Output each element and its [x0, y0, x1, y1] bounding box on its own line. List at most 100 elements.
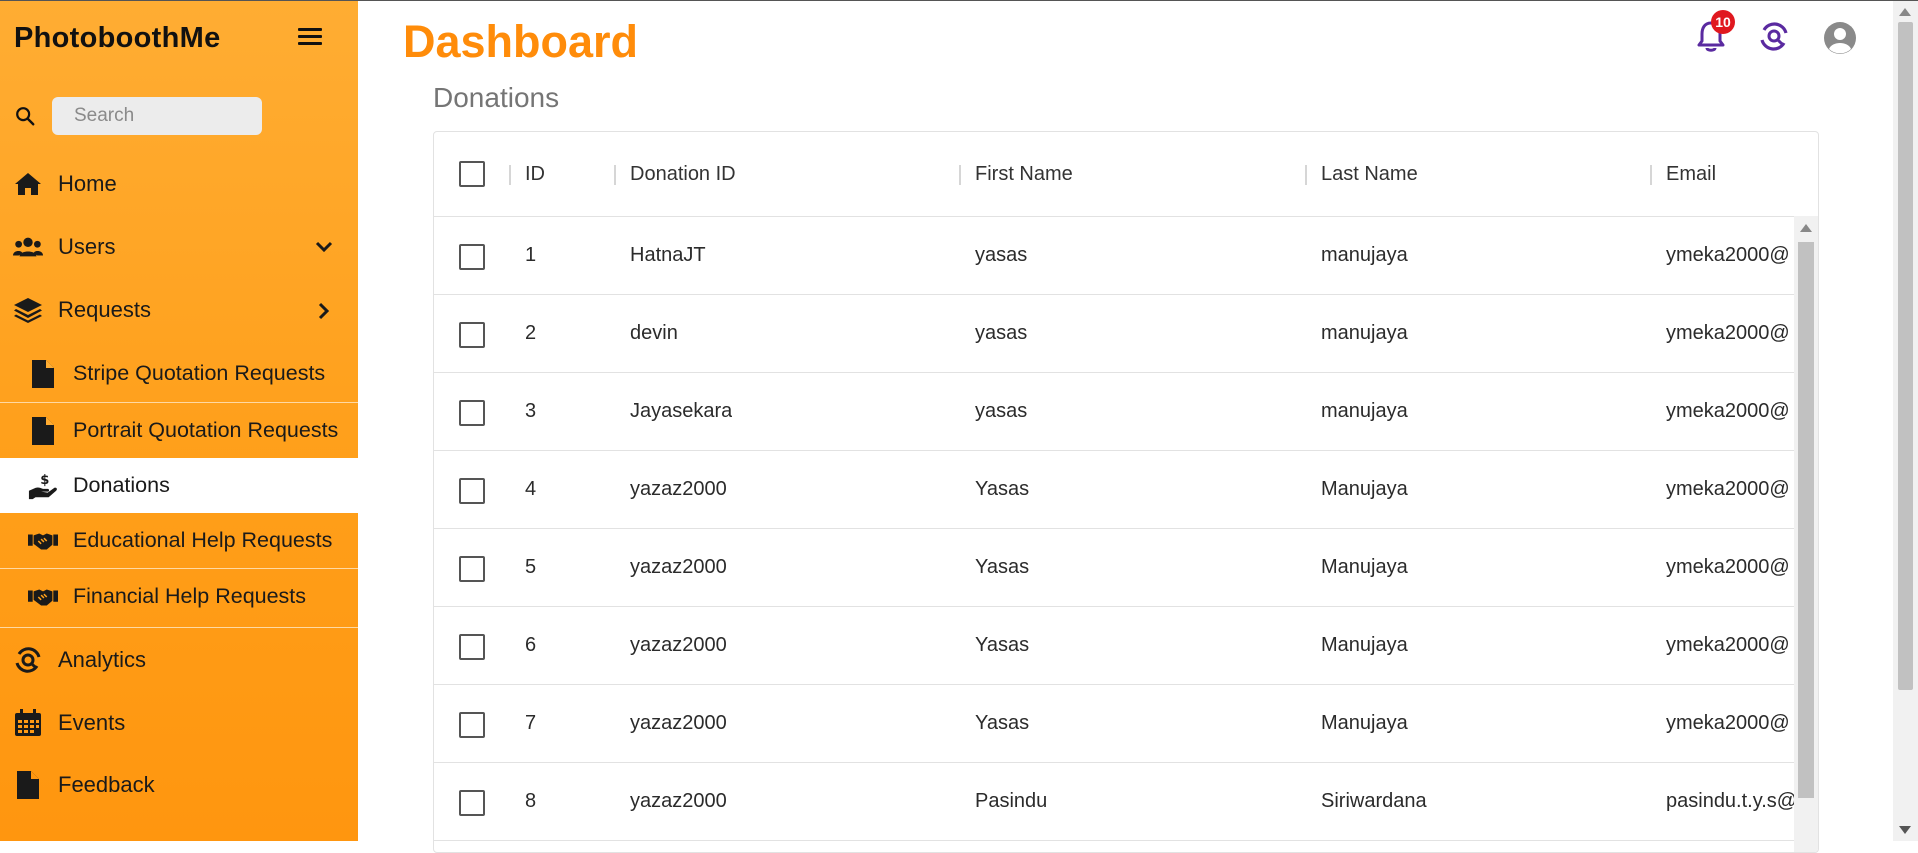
cell-first-name: yasas — [975, 244, 1028, 266]
column-header-last-name[interactable]: Last Name — [1321, 132, 1418, 216]
table-row[interactable]: 5 yazaz2000 Yasas Manujaya ymeka2000@ — [434, 529, 1794, 607]
home-icon — [13, 169, 43, 199]
sidebar-item-financial-help-requests[interactable]: Financial Help Requests — [0, 569, 358, 624]
table-row[interactable]: 7 yazaz2000 Yasas Manujaya ymeka2000@ — [434, 685, 1794, 763]
scroll-down-arrow-icon[interactable] — [1899, 826, 1911, 834]
row-checkbox[interactable] — [459, 634, 485, 660]
menu-toggle-button[interactable] — [298, 24, 322, 48]
row-checkbox[interactable] — [459, 556, 485, 582]
cell-first-name: yasas — [975, 400, 1028, 422]
row-checkbox[interactable] — [459, 790, 485, 816]
analytics-icon — [13, 645, 43, 675]
sidebar-item-label: Requests — [58, 297, 151, 322]
table-row[interactable]: 4 yazaz2000 Yasas Manujaya ymeka2000@ — [434, 451, 1794, 529]
search-icon[interactable] — [14, 105, 36, 127]
cell-id: 8 — [525, 790, 537, 812]
cell-first-name: Yasas — [975, 712, 1030, 734]
cell-email: ymeka2000@ — [1666, 400, 1790, 422]
column-header-email[interactable]: Email — [1666, 132, 1716, 216]
cell-donation-id: yazaz2000 — [630, 634, 727, 656]
sidebar-item-analytics[interactable]: Analytics — [0, 634, 358, 686]
table-row[interactable]: 2 devin yasas manujaya ymeka2000@ — [434, 295, 1794, 373]
notification-badge: 10 — [1711, 10, 1735, 34]
cell-email: ymeka2000@ — [1666, 244, 1790, 266]
row-checkbox[interactable] — [459, 244, 485, 270]
hamburger-bar — [298, 35, 322, 38]
sidebar-item-portrait-quotation-requests[interactable]: Portrait Quotation Requests — [0, 403, 358, 458]
column-header-donation-id[interactable]: Donation ID — [630, 132, 736, 216]
page-scrollbar[interactable] — [1893, 0, 1918, 841]
cell-id: 3 — [525, 400, 537, 422]
column-header-id[interactable]: ID — [525, 132, 545, 216]
hand-holding-dollar-icon: $ — [28, 471, 58, 501]
select-all-checkbox[interactable] — [459, 161, 485, 187]
svg-text:$: $ — [40, 473, 49, 488]
cell-id: 6 — [525, 634, 537, 656]
cell-last-name: Manujaya — [1321, 712, 1408, 734]
cell-email: ymeka2000@ — [1666, 712, 1790, 734]
account-icon[interactable] — [1822, 20, 1858, 56]
donations-table: ID Donation ID First Name Last Name Emai… — [433, 131, 1819, 853]
column-separator[interactable] — [509, 165, 511, 185]
sidebar-item-feedback[interactable]: Feedback — [0, 759, 358, 811]
cell-donation-id: yazaz2000 — [630, 478, 727, 500]
sidebar-item-events[interactable]: Events — [0, 697, 358, 749]
chevron-right-icon[interactable] — [314, 301, 334, 321]
row-checkbox[interactable] — [459, 400, 485, 426]
column-header-first-name[interactable]: First Name — [975, 132, 1073, 216]
cell-first-name: Pasindu — [975, 790, 1048, 812]
row-checkbox[interactable] — [459, 322, 485, 348]
scroll-up-arrow-icon[interactable] — [1800, 224, 1812, 232]
cell-last-name: Siriwardana — [1321, 790, 1427, 812]
scroll-up-arrow-icon[interactable] — [1899, 8, 1911, 16]
table-row[interactable]: 3 Jayasekara yasas manujaya ymeka2000@ — [434, 373, 1794, 451]
sidebar-item-label: Portrait Quotation Requests — [73, 418, 339, 442]
sidebar-search — [14, 97, 264, 135]
cell-email: ymeka2000@ — [1666, 478, 1790, 500]
sidebar-item-label: Analytics — [58, 647, 147, 672]
table-row[interactable]: 1 HatnaJT yasas manujaya ymeka2000@ — [434, 217, 1794, 295]
table-scrollbar[interactable] — [1794, 216, 1818, 852]
column-separator[interactable] — [959, 165, 961, 185]
sidebar-item-stripe-quotation-requests[interactable]: Stripe Quotation Requests — [0, 346, 358, 401]
cell-last-name: Manujaya — [1321, 556, 1408, 578]
cell-last-name: manujaya — [1321, 322, 1408, 344]
chevron-down-icon[interactable] — [314, 237, 334, 257]
row-checkbox[interactable] — [459, 478, 485, 504]
cell-id: 1 — [525, 244, 537, 266]
column-separator[interactable] — [1650, 165, 1652, 185]
sidebar-item-label: Educational Help Requests — [73, 528, 333, 552]
search-input[interactable] — [52, 97, 262, 135]
cell-first-name: Yasas — [975, 556, 1030, 578]
table-header: ID Donation ID First Name Last Name Emai… — [434, 132, 1818, 217]
cell-id: 7 — [525, 712, 537, 734]
cell-email: ymeka2000@ — [1666, 556, 1790, 578]
window-top-border — [0, 0, 1918, 1]
handshake-icon — [28, 582, 58, 612]
handshake-icon — [28, 526, 58, 556]
sidebar-item-educational-help-requests[interactable]: Educational Help Requests — [0, 513, 358, 568]
hamburger-bar — [298, 42, 322, 45]
column-separator[interactable] — [1305, 165, 1307, 185]
sidebar-item-label: Home — [58, 171, 117, 196]
row-checkbox[interactable] — [459, 712, 485, 738]
page-scrollbar-thumb[interactable] — [1898, 22, 1913, 690]
cell-first-name: Yasas — [975, 634, 1030, 656]
cell-first-name: Yasas — [975, 478, 1030, 500]
table-row[interactable]: 8 yazaz2000 Pasindu Siriwardana pasindu.… — [434, 763, 1794, 841]
cell-donation-id: yazaz2000 — [630, 712, 727, 734]
sidebar-item-home[interactable]: Home — [0, 158, 358, 210]
analytics-icon[interactable] — [1756, 18, 1792, 54]
cell-first-name: yasas — [975, 322, 1028, 344]
sidebar-item-label: Stripe Quotation Requests — [73, 361, 326, 385]
sidebar-item-label: Events — [58, 710, 126, 735]
sidebar-item-label: Users — [58, 234, 116, 259]
table-scrollbar-thumb[interactable] — [1798, 242, 1814, 798]
sidebar-item-requests[interactable]: Requests — [0, 284, 358, 336]
column-separator[interactable] — [614, 165, 616, 185]
sidebar-item-label: Donations — [73, 473, 170, 497]
layers-icon — [13, 295, 43, 325]
table-row[interactable]: 6 yazaz2000 Yasas Manujaya ymeka2000@ — [434, 607, 1794, 685]
sidebar-item-users[interactable]: Users — [0, 221, 358, 273]
sidebar-item-donations[interactable]: $ Donations — [0, 458, 358, 513]
